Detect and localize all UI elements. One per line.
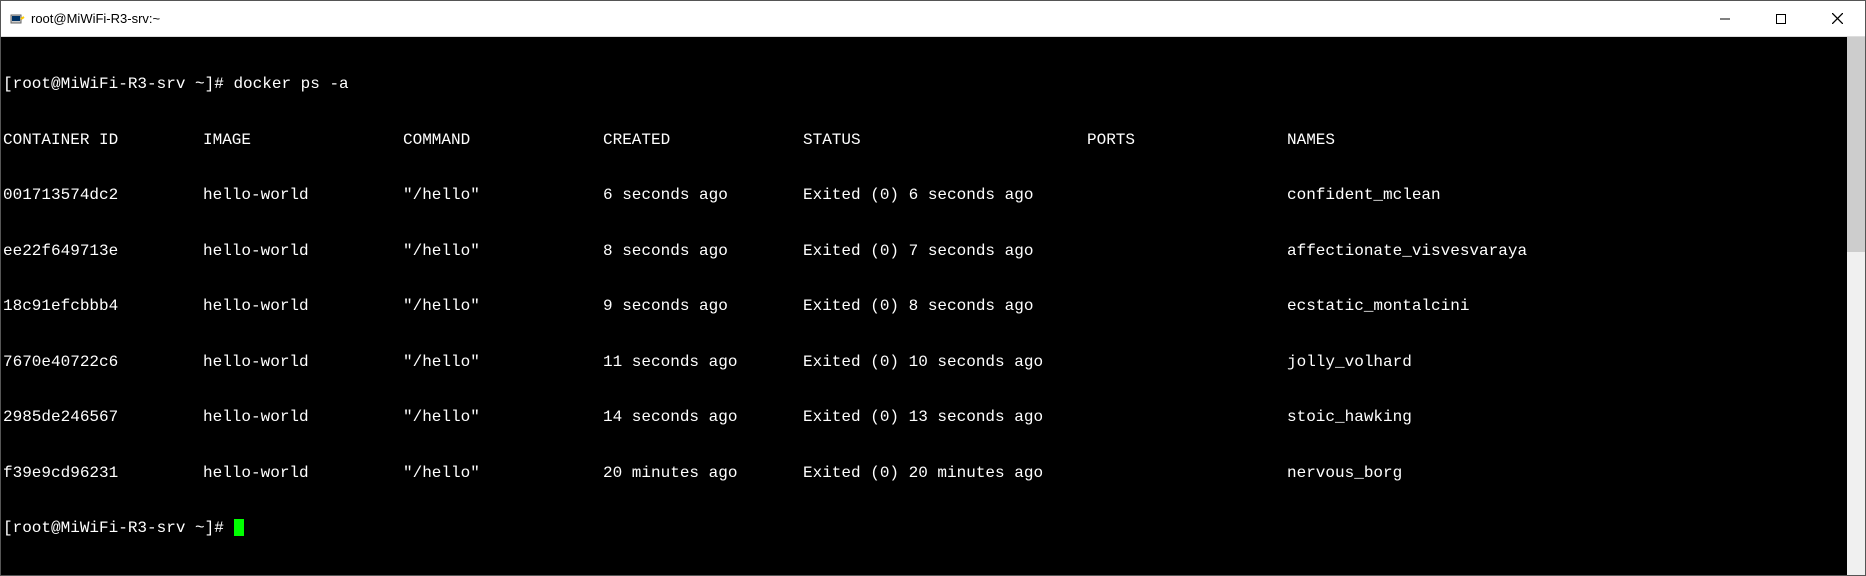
close-button[interactable] bbox=[1809, 1, 1865, 36]
cell-status: Exited (0) 8 seconds ago bbox=[803, 297, 1087, 316]
cursor bbox=[234, 519, 244, 536]
cell-ports bbox=[1087, 464, 1287, 483]
cell-container-id: 2985de246567 bbox=[3, 408, 203, 427]
cell-status: Exited (0) 6 seconds ago bbox=[803, 186, 1087, 205]
cell-container-id: 001713574dc2 bbox=[3, 186, 203, 205]
header-names: NAMES bbox=[1287, 131, 1845, 150]
table-row: 001713574dc2hello-world"/hello"6 seconds… bbox=[3, 186, 1845, 205]
cell-ports bbox=[1087, 408, 1287, 427]
cell-command: "/hello" bbox=[403, 242, 603, 261]
cell-names: ecstatic_montalcini bbox=[1287, 297, 1845, 316]
minimize-button[interactable] bbox=[1697, 1, 1753, 36]
cell-status: Exited (0) 10 seconds ago bbox=[803, 353, 1087, 372]
cell-ports bbox=[1087, 242, 1287, 261]
cell-image: hello-world bbox=[203, 242, 403, 261]
header-created: CREATED bbox=[603, 131, 803, 150]
header-command: COMMAND bbox=[403, 131, 603, 150]
table-header-row: CONTAINER IDIMAGECOMMANDCREATEDSTATUSPOR… bbox=[3, 131, 1845, 150]
cell-created: 9 seconds ago bbox=[603, 297, 803, 316]
cell-image: hello-world bbox=[203, 297, 403, 316]
cell-image: hello-world bbox=[203, 408, 403, 427]
cell-image: hello-world bbox=[203, 186, 403, 205]
cell-created: 6 seconds ago bbox=[603, 186, 803, 205]
table-row: f39e9cd96231hello-world"/hello"20 minute… bbox=[3, 464, 1845, 483]
header-container-id: CONTAINER ID bbox=[3, 131, 203, 150]
table-row: 18c91efcbbb4hello-world"/hello"9 seconds… bbox=[3, 297, 1845, 316]
cell-status: Exited (0) 13 seconds ago bbox=[803, 408, 1087, 427]
cell-command: "/hello" bbox=[403, 464, 603, 483]
cell-image: hello-world bbox=[203, 464, 403, 483]
cell-created: 8 seconds ago bbox=[603, 242, 803, 261]
command-line-2: [root@MiWiFi-R3-srv ~]# bbox=[3, 519, 1845, 538]
command-line-1: [root@MiWiFi-R3-srv ~]# docker ps -a bbox=[3, 75, 1845, 94]
cell-names: affectionate_visvesvaraya bbox=[1287, 242, 1845, 261]
cell-ports bbox=[1087, 297, 1287, 316]
cell-names: jolly_volhard bbox=[1287, 353, 1845, 372]
header-image: IMAGE bbox=[203, 131, 403, 150]
cell-command: "/hello" bbox=[403, 186, 603, 205]
cell-command: "/hello" bbox=[403, 297, 603, 316]
cell-names: stoic_hawking bbox=[1287, 408, 1845, 427]
cell-command: "/hello" bbox=[403, 353, 603, 372]
terminal-output[interactable]: [root@MiWiFi-R3-srv ~]# docker ps -a CON… bbox=[1, 37, 1847, 575]
table-row: 7670e40722c6hello-world"/hello"11 second… bbox=[3, 353, 1845, 372]
cell-created: 11 seconds ago bbox=[603, 353, 803, 372]
scrollbar-thumb[interactable] bbox=[1847, 37, 1865, 252]
window-controls bbox=[1697, 1, 1865, 36]
cell-container-id: ee22f649713e bbox=[3, 242, 203, 261]
header-ports: PORTS bbox=[1087, 131, 1287, 150]
cell-container-id: 18c91efcbbb4 bbox=[3, 297, 203, 316]
cell-created: 14 seconds ago bbox=[603, 408, 803, 427]
putty-icon bbox=[9, 11, 25, 27]
vertical-scrollbar[interactable] bbox=[1847, 37, 1865, 575]
cell-ports bbox=[1087, 353, 1287, 372]
cell-container-id: 7670e40722c6 bbox=[3, 353, 203, 372]
table-row: ee22f649713ehello-world"/hello"8 seconds… bbox=[3, 242, 1845, 261]
cell-status: Exited (0) 7 seconds ago bbox=[803, 242, 1087, 261]
window-titlebar: root@MiWiFi-R3-srv:~ bbox=[1, 1, 1865, 37]
prompt: [root@MiWiFi-R3-srv ~]# bbox=[3, 75, 233, 94]
table-row: 2985de246567hello-world"/hello"14 second… bbox=[3, 408, 1845, 427]
cell-image: hello-world bbox=[203, 353, 403, 372]
header-status: STATUS bbox=[803, 131, 1087, 150]
prompt: [root@MiWiFi-R3-srv ~]# bbox=[3, 519, 233, 538]
cell-names: confident_mclean bbox=[1287, 186, 1845, 205]
cell-command: "/hello" bbox=[403, 408, 603, 427]
cell-container-id: f39e9cd96231 bbox=[3, 464, 203, 483]
cell-status: Exited (0) 20 minutes ago bbox=[803, 464, 1087, 483]
cell-ports bbox=[1087, 186, 1287, 205]
cell-names: nervous_borg bbox=[1287, 464, 1845, 483]
command-text: docker ps -a bbox=[233, 75, 348, 94]
maximize-button[interactable] bbox=[1753, 1, 1809, 36]
cell-created: 20 minutes ago bbox=[603, 464, 803, 483]
window-title: root@MiWiFi-R3-srv:~ bbox=[31, 11, 1697, 26]
